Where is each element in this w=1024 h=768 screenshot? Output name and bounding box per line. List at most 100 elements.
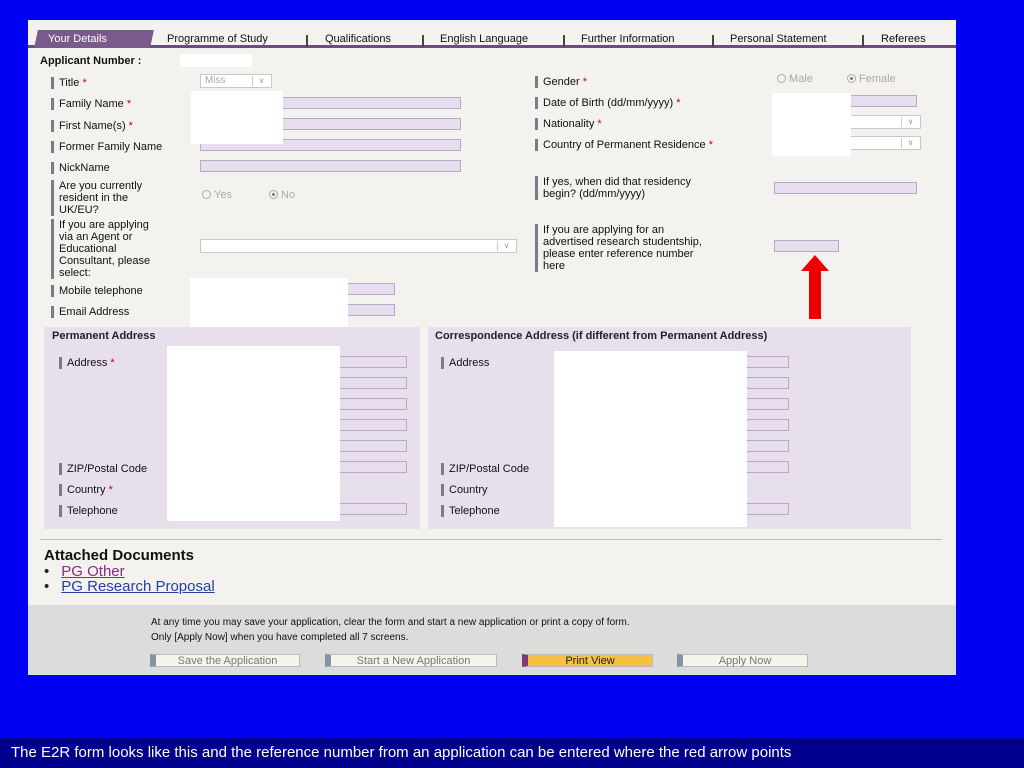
required-marker: *	[582, 76, 588, 88]
studentship-line: here	[543, 260, 566, 272]
footer-instructions: At any time you may save your applicatio…	[151, 617, 630, 628]
family-name-label-text: Family Name	[59, 98, 124, 110]
agent-line: If you are applying	[59, 219, 149, 231]
country-residence-label-text: Country of Permanent Residence	[543, 139, 706, 151]
residency-line: If yes, when did that residency	[543, 176, 691, 188]
redaction-box	[167, 346, 340, 521]
applicant-number-label: Applicant Number :	[40, 55, 142, 67]
correspondence-address-panel: Correspondence Address (if different fro…	[428, 327, 911, 529]
chevron-down-icon: ∨	[901, 117, 919, 127]
tab-programme-of-study[interactable]: Programme of Study	[167, 30, 268, 48]
tab-your-details[interactable]: Your Details	[34, 30, 154, 48]
tab-further-information[interactable]: Further Information	[581, 30, 675, 48]
corr-country-label: Country	[441, 484, 488, 496]
nationality-label-text: Nationality	[543, 118, 595, 130]
agent-line: Educational	[59, 243, 117, 255]
attached-documents-title: Attached Documents	[44, 547, 195, 564]
form-screenshot: Your Details Programme of Study Qualific…	[28, 20, 956, 675]
resident-question-label: Are you currently resident in the UK/EU?	[51, 180, 142, 216]
first-names-label-text: First Name(s)	[59, 120, 126, 132]
pg-research-proposal-link[interactable]: PG Research Proposal	[61, 578, 214, 595]
resident-line: Are you currently	[59, 180, 143, 192]
former-family-name-label: Former Family Name	[51, 141, 162, 153]
tab-separator	[422, 35, 424, 47]
tab-separator	[306, 35, 308, 47]
start-new-application-button[interactable]: Start a New Application	[325, 654, 497, 667]
first-names-label: First Name(s) *	[51, 120, 133, 132]
dob-label: Date of Birth (dd/mm/yyyy) *	[535, 97, 681, 109]
required-marker: *	[676, 97, 681, 109]
correspondence-address-title: Correspondence Address (if different fro…	[435, 330, 768, 342]
resident-yes-label: Yes	[214, 189, 232, 201]
agent-question-label: If you are applying via an Agent or Educ…	[51, 219, 150, 279]
permanent-address-panel: Permanent Address Address * ZIP/Postal C…	[44, 327, 420, 529]
footer-note: Only [Apply Now] when you have completed…	[151, 632, 409, 643]
corr-address-label: Address	[441, 357, 489, 369]
tab-separator	[563, 35, 565, 47]
title-label-text: Title	[59, 77, 80, 89]
radio-off-icon	[202, 190, 211, 199]
email-label: Email Address	[51, 306, 129, 318]
perm-address-label-text: Address	[67, 357, 108, 369]
nickname-label: NickName	[51, 162, 110, 174]
residency-date-input[interactable]	[774, 182, 917, 194]
chevron-down-icon: ∨	[252, 76, 270, 86]
gender-male-radio[interactable]: Male	[777, 73, 813, 85]
required-marker: *	[108, 484, 113, 496]
gender-label: Gender *	[535, 76, 587, 88]
radio-off-icon	[777, 74, 786, 83]
country-residence-label: Country of Permanent Residence *	[535, 139, 713, 151]
gender-female-label: Female	[859, 73, 896, 85]
tab-separator	[862, 35, 864, 47]
resident-no-radio[interactable]: No	[269, 189, 295, 201]
nickname-input[interactable]	[200, 160, 461, 172]
resident-yes-radio[interactable]: Yes	[202, 189, 232, 201]
gender-label-text: Gender	[543, 76, 580, 88]
tab-label: Your Details	[48, 33, 107, 45]
chevron-down-icon: ∨	[901, 138, 919, 148]
agent-line: via an Agent or	[59, 231, 133, 243]
resident-no-label: No	[281, 189, 296, 201]
perm-country-label-text: Country	[67, 484, 106, 496]
tab-bar: Your Details Programme of Study Qualific…	[28, 28, 956, 48]
chevron-down-icon: ∨	[497, 241, 515, 251]
redaction-box	[772, 93, 851, 156]
studentship-ref-input[interactable]	[774, 240, 839, 252]
residency-date-label: If yes, when did that residency begin? (…	[535, 176, 691, 200]
mobile-label: Mobile telephone	[51, 285, 143, 297]
tab-referees[interactable]: Referees	[881, 30, 926, 48]
studentship-line: If you are applying for an	[543, 224, 665, 236]
title-select-value: Miss	[205, 75, 226, 86]
corr-telephone-label: Telephone	[441, 505, 500, 517]
agent-select[interactable]: ∨	[200, 239, 517, 253]
perm-country-label: Country *	[59, 484, 113, 496]
tab-english-language[interactable]: English Language	[440, 30, 528, 48]
title-label: Title *	[51, 77, 87, 89]
apply-now-button[interactable]: Apply Now	[677, 654, 808, 667]
studentship-line: advertised research studentship,	[543, 236, 702, 248]
permanent-address-title: Permanent Address	[52, 330, 156, 342]
corr-zip-label: ZIP/Postal Code	[441, 463, 529, 475]
document-list-item: • PG Research Proposal	[44, 578, 215, 595]
redaction-box	[190, 278, 348, 330]
print-view-button[interactable]: Print View	[522, 654, 653, 667]
save-application-button[interactable]: Save the Application	[150, 654, 300, 667]
dob-label-text: Date of Birth (dd/mm/yyyy)	[543, 97, 674, 109]
agent-line: Consultant, please	[59, 255, 151, 267]
redaction-box	[554, 351, 747, 527]
radio-on-icon	[269, 190, 278, 199]
required-marker: *	[126, 98, 132, 110]
tab-qualifications[interactable]: Qualifications	[325, 30, 391, 48]
slide-caption: The E2R form looks like this and the ref…	[0, 738, 1024, 768]
gender-female-radio[interactable]: Female	[847, 73, 896, 85]
tab-personal-statement[interactable]: Personal Statement	[730, 30, 827, 48]
section-divider	[40, 539, 942, 540]
agent-line: select:	[59, 267, 91, 279]
required-marker: *	[82, 77, 87, 89]
studentship-ref-label: If you are applying for an advertised re…	[535, 224, 702, 272]
required-marker: *	[708, 139, 713, 151]
title-select[interactable]: Miss ∨	[200, 74, 272, 88]
resident-line: UK/EU?	[59, 204, 99, 216]
perm-zip-label: ZIP/Postal Code	[59, 463, 147, 475]
applicant-number-value	[180, 54, 252, 67]
